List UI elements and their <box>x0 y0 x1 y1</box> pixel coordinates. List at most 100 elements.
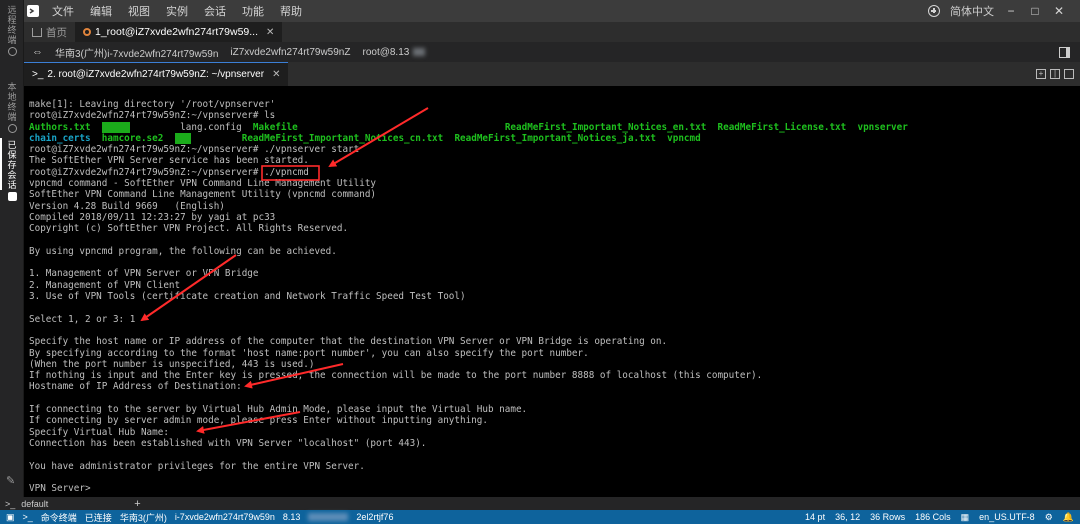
status-ip-prefix: 8.13 <box>282 512 301 522</box>
maximize-button[interactable]: □ <box>1028 4 1042 18</box>
terminal-tab[interactable]: >_ 2. root@iZ7xvde2wfn274rt79w59nZ: ~/vp… <box>24 62 289 86</box>
pin-icon[interactable]: ✎ <box>6 474 15 487</box>
remote-terminal-icon <box>7 47 17 56</box>
terminal-text: SoftEther VPN Command Line Management Ut… <box>29 189 377 201</box>
tab-home[interactable]: 首页 <box>24 22 75 42</box>
terminal-text: root@iZ7xvde2wfn274rt79w59nZ:~/vpnserver… <box>29 110 276 122</box>
terminal-line: Select 1, 2 or 3: 1 <box>29 314 1080 325</box>
close-icon[interactable]: ✕ <box>266 27 274 38</box>
terminal-text: If connecting to the server by Virtual H… <box>29 404 528 416</box>
terminal-text: vpncmd <box>667 132 701 144</box>
local-terminal-icon <box>7 124 17 133</box>
language-selector[interactable]: 简体中文 <box>950 3 994 19</box>
terminal-text: root@iZ7xvde2wfn274rt79w59nZ:~/vpnserver… <box>29 144 360 156</box>
menu-session[interactable]: 会话 <box>196 3 234 19</box>
terminal-line: chain_certs hamcore.se2 ReadMeFirst_Impo… <box>29 132 1080 144</box>
terminal-text: ReadMeFirst_Important_Notices_ja.txt <box>454 132 656 144</box>
terminal-line: If connecting by server admin mode, plea… <box>29 415 1080 426</box>
encoding-indicator[interactable]: en_US.UTF-8 <box>979 512 1035 522</box>
terminal-text: Copyright (c) SoftEther VPN Project. All… <box>29 223 349 235</box>
activity-item-saved-sessions[interactable]: 已保存会话 <box>4 140 20 201</box>
session-info-bar: ⇔ 华南3(广州)i-7xvde2wfn274rt79w59n iZ7xvde2… <box>24 42 1080 62</box>
tab-bar: 首页 1_root@iZ7xvde2wfn274rt79w59... ✕ <box>24 22 1080 42</box>
terminal-text: Select 1, 2 or 3: 1 <box>29 313 136 325</box>
activity-item-local-terminal[interactable]: 本地终端 <box>4 82 20 133</box>
terminal-line: By specifying according to the format 'h… <box>29 348 1080 359</box>
split-terminal-icon[interactable]: | <box>1050 69 1060 79</box>
terminal-line: (When the port number is unspecified, 44… <box>29 359 1080 370</box>
terminal-tab-label: 2. root@iZ7xvde2wfn274rt79w59nZ: ~/vpnse… <box>47 69 265 80</box>
command-terminal-icon: >_ <box>22 512 33 522</box>
menu-function[interactable]: 功能 <box>234 3 272 19</box>
terminal-line: make[1]: Leaving directory '/root/vpnser… <box>29 99 1080 110</box>
terminal-text: Connection has been established with VPN… <box>29 437 427 449</box>
menu-help[interactable]: 帮助 <box>272 3 310 19</box>
menu-instance[interactable]: 实例 <box>158 3 196 19</box>
minimize-button[interactable]: − <box>1004 4 1018 18</box>
panel-toggle-icon[interactable]: ▣ <box>6 512 15 523</box>
terminal-text: ReadMeFirst_Important_Notices_cn.txt <box>241 132 444 144</box>
terminal-line: Connection has been established with VPN… <box>29 438 1080 449</box>
command-terminal-label[interactable]: 命令终端 <box>41 511 77 524</box>
terminal-text: If connecting by server admin mode, plea… <box>29 415 488 427</box>
terminal-line: If connecting to the server by Virtual H… <box>29 404 1080 415</box>
close-window-button[interactable]: ✕ <box>1052 4 1066 18</box>
maximize-panel-icon[interactable] <box>1064 69 1074 79</box>
terminal-line: You have administrator privileges for th… <box>29 461 1080 472</box>
terminal-output[interactable]: make[1]: Leaving directory '/root/vpnser… <box>24 86 1080 497</box>
terminal-name[interactable]: default <box>21 499 48 509</box>
menu-view[interactable]: 视图 <box>120 3 158 19</box>
status-instance: i-7xvde2wfn274rt79w59n <box>174 512 275 522</box>
terminal-text: If nothing is input and the Enter key is… <box>29 370 763 382</box>
status-ip-suffix: 2el2rtjf76 <box>356 512 394 522</box>
link-icon[interactable]: ⇔ <box>32 46 43 58</box>
terminal-line: The SoftEther VPN Server service has bee… <box>29 155 1080 166</box>
session-region: 华南3(广州)i-7xvde2wfn274rt79w59n <box>55 48 219 60</box>
session-status-icon <box>83 28 91 36</box>
notification-icon[interactable]: 🔔 <box>1063 512 1074 523</box>
status-region: 华南3(广州) <box>119 512 167 523</box>
tab-label: 首页 <box>46 26 67 39</box>
activity-item-remote-terminal[interactable]: 远程终端 <box>4 5 20 56</box>
menu-file[interactable]: 文件 <box>44 3 82 19</box>
terminal-line: VPN Server> <box>29 483 1080 494</box>
terminal-text: hamcore.se2 <box>101 132 164 144</box>
menu-edit[interactable]: 编辑 <box>82 3 120 19</box>
tab-session[interactable]: 1_root@iZ7xvde2wfn274rt79w59... ✕ <box>75 22 283 42</box>
terminal-line: 2. Management of VPN Client <box>29 280 1080 291</box>
highlighted-filename <box>174 132 192 144</box>
font-size-indicator[interactable]: 14 pt <box>805 512 825 522</box>
terminal-line: Specify the host name or IP address of t… <box>29 336 1080 347</box>
redacted-ip <box>413 48 426 56</box>
terminal-text: VPN Server> <box>29 483 91 495</box>
terminal-line: Authors.txt lang.config Makefile ReadMeF… <box>29 121 1080 133</box>
terminal-text: Hostname of IP Address of Destination: <box>29 381 242 393</box>
terminal-line: Specify Virtual Hub Name: <box>29 427 1080 438</box>
activity-bar: 远程终端 本地终端 已保存会话 ✎ <box>0 0 24 497</box>
terminal-prompt-icon: >_ <box>32 69 44 80</box>
rows-indicator: 36 Rows <box>870 512 906 522</box>
terminal-line: vpncmd command - SoftEther VPN Command L… <box>29 178 1080 189</box>
close-icon[interactable]: ✕ <box>272 69 280 80</box>
settings-icon[interactable]: ⚙ <box>1045 512 1053 523</box>
new-session-icon[interactable] <box>928 5 940 17</box>
terminal-text: Authors.txt <box>29 121 91 133</box>
home-icon <box>32 27 42 37</box>
terminal-text: make[1]: Leaving directory '/root/vpnser… <box>29 99 276 110</box>
terminal-line: 1. Management of VPN Server or VPN Bridg… <box>29 268 1080 279</box>
terminal-line: root@iZ7xvde2wfn274rt79w59nZ:~/vpnserver… <box>29 167 1080 178</box>
toggle-sidebar-icon[interactable] <box>1059 46 1070 58</box>
menu-bar: 文件 编辑 视图 实例 会话 功能 帮助 简体中文 − □ ✕ <box>24 0 1080 22</box>
add-terminal-button[interactable]: + <box>134 498 140 510</box>
cursor-position: 36, 12 <box>835 512 861 522</box>
add-terminal-icon[interactable]: + <box>1036 69 1046 79</box>
